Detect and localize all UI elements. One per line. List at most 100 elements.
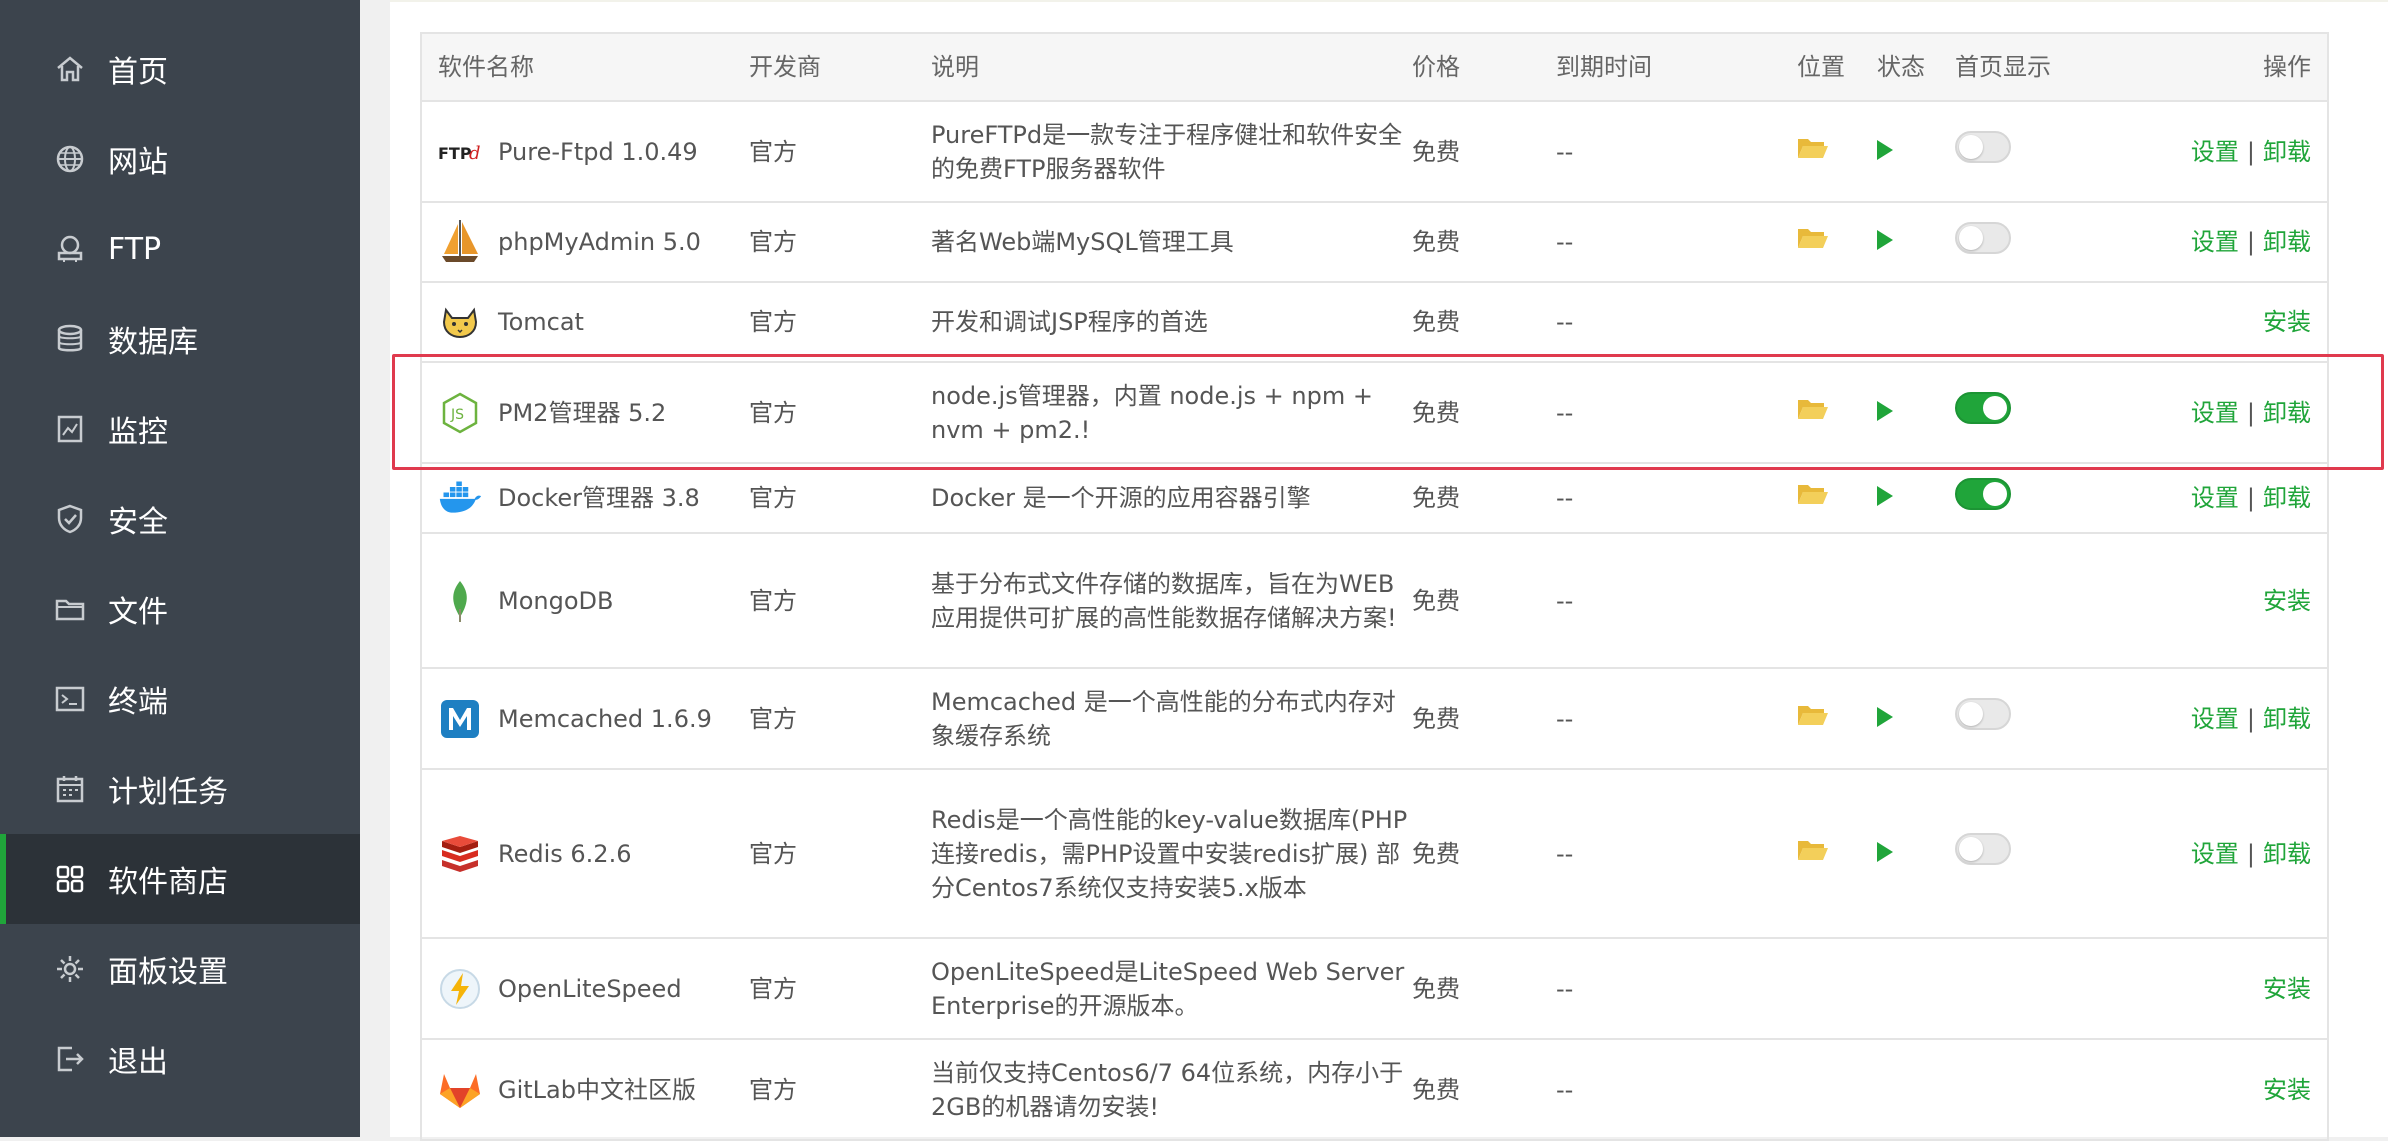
sidebar-item-label: 退出 [108, 1045, 168, 1080]
expire-cell: -- [1556, 768, 1797, 939]
header-expire: 到期时间 [1556, 32, 1797, 102]
developer-cell: 官方 [749, 462, 931, 534]
expire-cell: -- [1556, 281, 1797, 363]
table-row: OpenLiteSpeed 官方 OpenLiteSpeed是LiteSpeed… [420, 937, 2329, 1040]
folder-open-icon[interactable] [1797, 396, 1828, 419]
developer-cell: 官方 [749, 361, 931, 464]
settings-link[interactable]: 设置 [2191, 705, 2239, 733]
sidebar-item-database[interactable]: 数据库 [0, 294, 360, 384]
developer-cell: 官方 [749, 532, 931, 669]
gitlab-logo [438, 1068, 482, 1112]
developer-cell: 官方 [749, 768, 931, 939]
play-icon[interactable] [1877, 139, 1893, 160]
folder-open-icon[interactable] [1797, 481, 1828, 504]
homepage-toggle[interactable] [1955, 131, 2011, 163]
sidebar-item-label: 安全 [108, 505, 168, 540]
settings-link[interactable]: 设置 [2191, 484, 2239, 512]
software-name: OpenLiteSpeed [498, 974, 682, 1003]
sidebar: 首页 网站 FTP 数据库 监控 安全 文件 终端 计划任务 软件商店 面板设置… [0, 0, 360, 1137]
header-location: 位置 [1797, 32, 1877, 102]
install-link[interactable]: 安装 [2263, 975, 2311, 1003]
sidebar-item-website[interactable]: 网站 [0, 114, 360, 204]
developer-cell: 官方 [749, 937, 931, 1040]
expire-cell: -- [1556, 1038, 1797, 1141]
sidebar-item-software-store[interactable]: 软件商店 [0, 834, 360, 924]
sidebar-item-logout[interactable]: 退出 [0, 1014, 360, 1104]
play-icon[interactable] [1877, 400, 1893, 421]
description-cell: Redis是一个高性能的key-value数据库(PHP连接redis，需PHP… [931, 768, 1412, 939]
header-name[interactable]: 软件名称 [420, 32, 749, 102]
database-icon [52, 321, 88, 357]
memcached-logo [438, 697, 482, 741]
sidebar-item-label: 面板设置 [108, 955, 228, 990]
folder-open-icon[interactable] [1797, 135, 1828, 158]
homepage-toggle[interactable] [1955, 698, 2011, 730]
install-link[interactable]: 安装 [2263, 308, 2311, 336]
play-icon[interactable] [1877, 841, 1893, 862]
install-link[interactable]: 安装 [2263, 587, 2311, 615]
price-cell: 免费 [1412, 1038, 1556, 1141]
price-cell: 免费 [1412, 532, 1556, 669]
uninstall-link[interactable]: 卸载 [2263, 138, 2311, 166]
header-price[interactable]: 价格 [1412, 32, 1556, 102]
svg-text:FTP: FTP [438, 144, 472, 163]
price-cell: 免费 [1412, 937, 1556, 1040]
header-status: 状态 [1877, 32, 1955, 102]
sidebar-item-files[interactable]: 文件 [0, 564, 360, 654]
homepage-toggle[interactable] [1955, 477, 2011, 510]
docker-logo [438, 476, 482, 520]
sidebar-item-label: 首页 [108, 55, 168, 90]
settings-link[interactable]: 设置 [2191, 228, 2239, 256]
monitor-icon [52, 411, 88, 447]
uninstall-link[interactable]: 卸载 [2263, 840, 2311, 868]
table-header-row: 软件名称 开发商 说明 价格 到期时间 位置 状态 首页显示 操作 [420, 32, 2329, 102]
expire-cell: -- [1556, 100, 1797, 203]
play-icon[interactable] [1877, 230, 1893, 250]
shield-icon [52, 501, 88, 537]
sidebar-item-home[interactable]: 首页 [0, 24, 360, 114]
play-icon[interactable] [1877, 706, 1893, 727]
table-row: Docker管理器 3.8 官方 Docker 是一个开源的应用容器引擎 免费 … [420, 462, 2329, 534]
folder-icon [52, 591, 88, 627]
folder-open-icon[interactable] [1797, 837, 1828, 860]
svg-text:d: d [469, 143, 481, 164]
sidebar-item-label: FTP [108, 231, 162, 267]
uninstall-link[interactable]: 卸载 [2263, 705, 2311, 733]
settings-link[interactable]: 设置 [2191, 138, 2239, 166]
folder-open-icon[interactable] [1797, 225, 1828, 248]
table-row: Redis 6.2.6 官方 Redis是一个高性能的key-value数据库(… [420, 768, 2329, 939]
software-name: phpMyAdmin 5.0 [498, 228, 701, 256]
table-row: FTP d Pure-Ftpd 1.0.49 官方 PureFTPd是一款专注于程… [420, 100, 2329, 203]
ftp-icon [52, 231, 88, 267]
nodejs-logo: JS [438, 391, 482, 435]
uninstall-link[interactable]: 卸载 [2263, 399, 2311, 427]
action-separator: | [2246, 228, 2255, 256]
folder-open-icon[interactable] [1797, 702, 1828, 725]
header-developer: 开发商 [749, 32, 931, 102]
homepage-toggle[interactable] [1955, 833, 2011, 865]
sidebar-item-security[interactable]: 安全 [0, 474, 360, 564]
sidebar-item-label: 计划任务 [108, 775, 228, 810]
grid-icon [52, 861, 88, 897]
calendar-icon [52, 771, 88, 807]
mongodb-logo [438, 579, 482, 623]
uninstall-link[interactable]: 卸载 [2263, 484, 2311, 512]
homepage-toggle[interactable] [1955, 221, 2011, 254]
install-link[interactable]: 安装 [2263, 1076, 2311, 1104]
settings-link[interactable]: 设置 [2191, 399, 2239, 427]
home-icon [52, 51, 88, 87]
sidebar-item-panel-settings[interactable]: 面板设置 [0, 924, 360, 1014]
sidebar-item-cron[interactable]: 计划任务 [0, 744, 360, 834]
price-cell: 免费 [1412, 667, 1556, 770]
play-icon[interactable] [1877, 486, 1893, 506]
logout-icon [52, 1041, 88, 1077]
developer-cell: 官方 [749, 667, 931, 770]
sidebar-item-ftp[interactable]: FTP [0, 204, 360, 294]
homepage-toggle[interactable] [1955, 392, 2011, 424]
action-separator: | [2246, 704, 2255, 733]
uninstall-link[interactable]: 卸载 [2263, 228, 2311, 256]
sidebar-item-label: 文件 [108, 595, 168, 630]
settings-link[interactable]: 设置 [2191, 840, 2239, 868]
sidebar-item-monitor[interactable]: 监控 [0, 384, 360, 474]
sidebar-item-terminal[interactable]: 终端 [0, 654, 360, 744]
